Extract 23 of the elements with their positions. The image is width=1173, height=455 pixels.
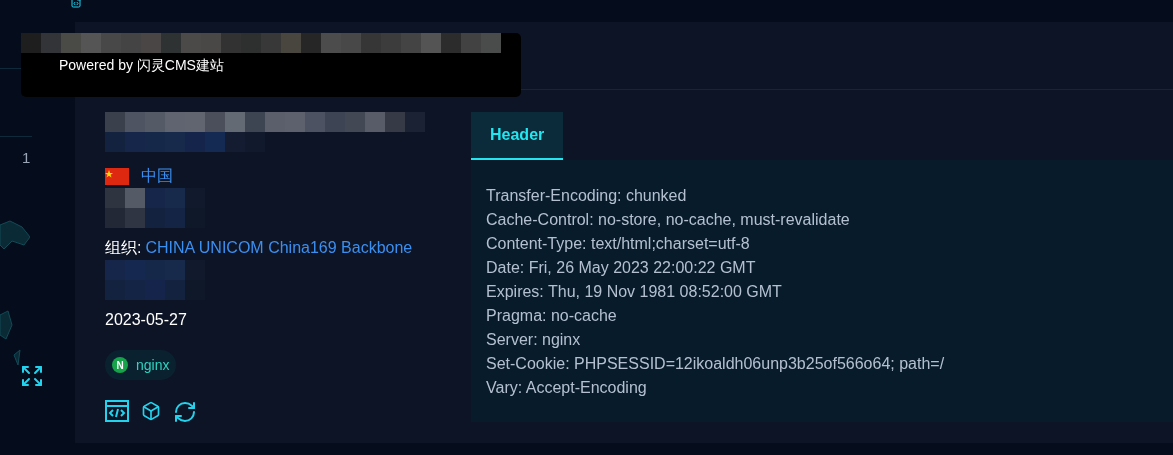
- refresh-icon[interactable]: [173, 400, 197, 424]
- tech-tag[interactable]: N nginx: [105, 350, 177, 380]
- header-line: Cache-Control: no-store, no-cache, must-revalidate: [486, 210, 851, 230]
- header-line: Expires: Thu, 19 Nov 1981 08:52:00 GMT: [486, 282, 783, 302]
- header-line: Date: Fri, 26 May 2023 22:00:22 GMT: [486, 258, 757, 278]
- country-link[interactable]: 中国: [141, 164, 173, 188]
- header-line: Set-Cookie: PHPSESSID=12ikoaldh06unp3b25of566o64; path=/: [486, 354, 946, 374]
- header-line: Transfer-Encoding: chunked: [486, 186, 688, 206]
- tag-logo-icon: N: [112, 357, 128, 373]
- code-window-icon[interactable]: [105, 400, 129, 422]
- fullscreen-icon[interactable]: [20, 364, 44, 388]
- header-line: Content-Type: text/html;charset=utf-8: [486, 234, 751, 254]
- org-link[interactable]: CHINA UNICOM China169 Backbone: [145, 236, 413, 260]
- org-label: 组织:: [105, 238, 142, 258]
- date-text: 2023-05-27: [105, 310, 188, 330]
- header-line: Server: nginx: [486, 330, 582, 350]
- header-line: Pragma: no-cache: [486, 306, 618, 326]
- china-flag-icon: [105, 167, 129, 185]
- page-number: 1: [22, 148, 31, 168]
- tooltip-text: Powered by 闪灵CMS建站: [59, 56, 225, 75]
- cube-icon[interactable]: [141, 400, 161, 422]
- header-line: Vary: Accept-Encoding: [486, 378, 648, 398]
- header-tab[interactable]: Header: [471, 112, 564, 160]
